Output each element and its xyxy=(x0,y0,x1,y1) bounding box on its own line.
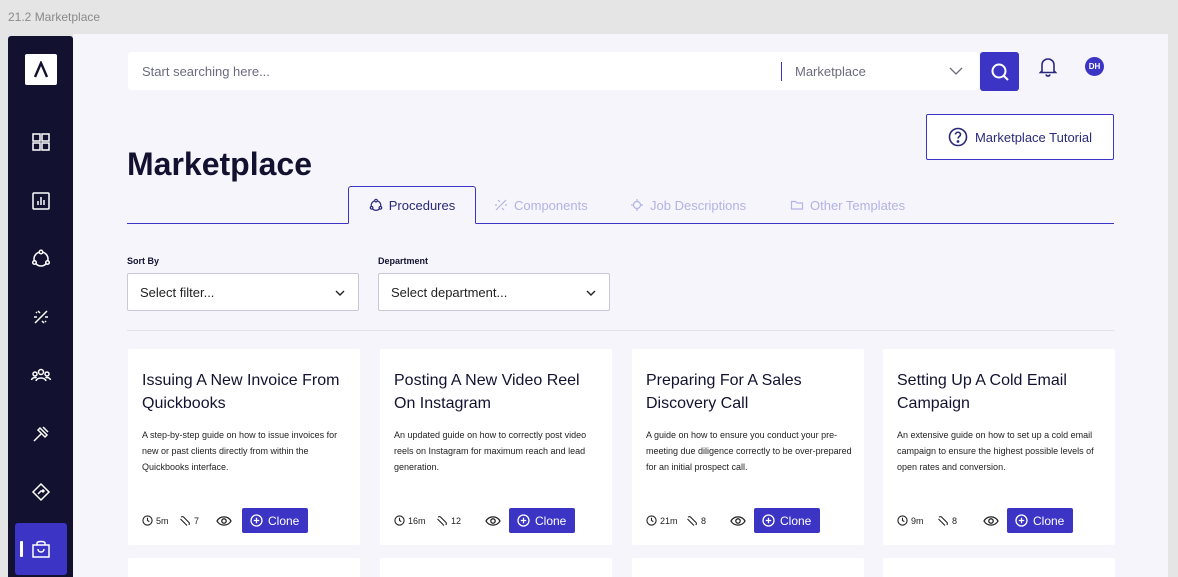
sidebar xyxy=(8,36,73,577)
clock-icon xyxy=(897,515,908,526)
chevron-down-icon[interactable] xyxy=(948,64,964,78)
card-description: An extensive guide on how to set up a co… xyxy=(897,430,1094,472)
clone-button[interactable]: Clone xyxy=(509,508,576,533)
main-content: Marketplace DH Marketplace Tutorial Mark… xyxy=(73,34,1168,577)
components-count: 8 xyxy=(937,515,983,527)
logo-icon[interactable] xyxy=(25,54,57,85)
card-title: Issuing A New Invoice From Quickbooks xyxy=(142,372,340,412)
tab-job-descriptions[interactable]: Job Descriptions xyxy=(630,186,746,224)
frame-label: 21.2 Marketplace xyxy=(8,10,101,24)
search-input[interactable] xyxy=(128,52,778,90)
procedure-card[interactable] xyxy=(632,558,864,577)
folder-icon xyxy=(790,200,804,210)
card-description: An updated guide on how to correctly pos… xyxy=(394,430,587,472)
eye-icon[interactable] xyxy=(730,515,746,527)
chevron-down-icon xyxy=(335,290,345,296)
components-count: 8 xyxy=(686,515,730,527)
tab-procedures[interactable]: Procedures xyxy=(348,186,476,224)
clock-icon xyxy=(394,515,405,526)
marketplace-tutorial-button[interactable]: Marketplace Tutorial xyxy=(926,114,1114,160)
bell-icon[interactable] xyxy=(1038,56,1058,78)
clone-button[interactable]: Clone xyxy=(754,508,821,533)
tools-icon[interactable] xyxy=(8,410,73,458)
procedure-card[interactable] xyxy=(883,558,1115,577)
clock-icon xyxy=(646,515,657,526)
components-icon xyxy=(495,199,507,211)
job-descriptions-icon xyxy=(631,199,643,211)
eye-icon[interactable] xyxy=(983,515,999,527)
procedure-card[interactable] xyxy=(380,558,612,577)
eye-icon[interactable] xyxy=(216,515,232,527)
help-icon xyxy=(948,127,968,147)
components-count: 12 xyxy=(436,515,485,527)
tab-components[interactable]: Components xyxy=(494,186,588,224)
clone-button[interactable]: Clone xyxy=(242,508,309,533)
clock-icon xyxy=(142,515,153,526)
plus-circle-icon xyxy=(517,514,530,527)
card-description: A guide on how to ensure you conduct you… xyxy=(646,430,852,472)
plus-circle-icon xyxy=(250,514,263,527)
marketplace-icon[interactable] xyxy=(15,523,67,575)
card-title: Preparing For A Sales Discovery Call xyxy=(646,372,802,412)
dashboard-icon[interactable] xyxy=(8,118,73,166)
analytics-icon[interactable] xyxy=(8,177,73,225)
procedure-card[interactable]: Preparing For A Sales Discovery Call A g… xyxy=(632,349,864,545)
card-description: A step-by-step guide on how to issue inv… xyxy=(142,430,338,472)
page-title: Marketplace xyxy=(127,146,312,182)
components-icon xyxy=(938,515,949,526)
chevron-down-icon xyxy=(586,290,596,296)
team-icon[interactable] xyxy=(8,351,73,399)
tab-other-templates[interactable]: Other Templates xyxy=(790,186,905,224)
department-select[interactable]: Select department... xyxy=(378,273,610,311)
search-button[interactable] xyxy=(980,52,1019,91)
components-icon xyxy=(437,515,448,526)
duration: 9m xyxy=(897,515,937,526)
clone-button[interactable]: Clone xyxy=(1007,508,1074,533)
eye-icon[interactable] xyxy=(485,515,501,527)
procedure-card[interactable]: Posting A New Video Reel On Instagram An… xyxy=(380,349,612,545)
plus-circle-icon xyxy=(1015,514,1028,527)
processes-icon[interactable] xyxy=(8,468,73,516)
search-bar: Marketplace xyxy=(128,52,979,90)
plus-circle-icon xyxy=(762,514,775,527)
procedure-card[interactable] xyxy=(128,558,360,577)
tutorial-label: Marketplace Tutorial xyxy=(974,129,1093,145)
card-title: Setting Up A Cold Email Campaign xyxy=(897,372,1067,412)
card-title: Posting A New Video Reel On Instagram xyxy=(394,372,580,412)
components-count: 7 xyxy=(179,515,216,527)
duration: 5m xyxy=(142,515,179,526)
search-scope-select[interactable]: Marketplace xyxy=(795,52,866,90)
components-icon xyxy=(180,515,191,526)
components-icon[interactable] xyxy=(8,293,73,341)
components-icon xyxy=(687,515,698,526)
procedures-icon[interactable] xyxy=(8,235,73,283)
sort-by-label: Sort By xyxy=(127,256,160,266)
avatar[interactable]: DH xyxy=(1085,57,1104,76)
duration: 21m xyxy=(646,515,686,526)
sort-by-select[interactable]: Select filter... xyxy=(127,273,359,311)
search-icon xyxy=(991,63,1009,81)
procedures-icon xyxy=(369,198,383,211)
department-label: Department xyxy=(378,256,429,266)
procedure-card[interactable]: Issuing A New Invoice From Quickbooks A … xyxy=(128,349,360,545)
procedure-card[interactable]: Setting Up A Cold Email Campaign An exte… xyxy=(883,349,1115,545)
duration: 16m xyxy=(394,515,436,526)
